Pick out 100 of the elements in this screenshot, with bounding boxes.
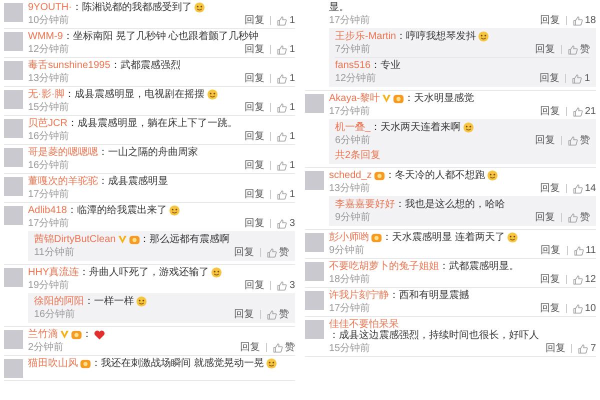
timestamp: 19分钟前	[28, 280, 70, 291]
like-button[interactable]: 赞	[267, 309, 289, 320]
comment-text: ：舟曲人吓死了，游戏还输了	[79, 267, 210, 278]
like-button[interactable]: 3	[277, 280, 295, 291]
avatar-placeholder[interactable]	[305, 171, 324, 190]
like-button[interactable]: 1	[277, 44, 295, 55]
thumbs-up-icon	[572, 74, 582, 84]
avatar-placeholder[interactable]	[4, 330, 23, 349]
timestamp: 18分钟前	[329, 274, 370, 285]
like-button[interactable]: 1	[277, 160, 295, 171]
reply-link[interactable]: 回复	[540, 274, 560, 285]
timestamp: 9分钟前	[329, 245, 365, 256]
like-button[interactable]: 赞	[273, 342, 295, 353]
like-button[interactable]: 赞	[568, 212, 590, 223]
comment-text: ：冬天冷的人都不想跑	[384, 170, 485, 181]
like-button[interactable]: 7	[578, 343, 596, 354]
reply-link[interactable]: 回复	[540, 183, 560, 194]
thumbs-up-icon	[572, 16, 583, 26]
thumbs-up-icon	[572, 274, 583, 284]
thumbs-up-icon	[267, 248, 277, 258]
timestamp: 17分钟前	[329, 303, 370, 314]
avatar-placeholder[interactable]	[4, 148, 23, 167]
timestamp: 7分钟前	[335, 44, 371, 55]
like-button[interactable]: 1	[572, 73, 590, 84]
timestamp: 16分钟前	[28, 160, 70, 171]
like-button[interactable]: 赞	[568, 135, 590, 146]
like-button[interactable]: 赞	[568, 44, 590, 55]
avatar-placeholder[interactable]	[4, 119, 23, 138]
like-button[interactable]: 1	[277, 131, 295, 142]
like-button[interactable]: 3	[277, 218, 295, 229]
reply-link[interactable]: 回复	[535, 212, 555, 223]
thumbs-up-icon	[277, 132, 288, 142]
thumbs-up-icon	[568, 212, 578, 222]
thumbs-up-icon	[568, 44, 578, 54]
like-button[interactable]: 赞	[267, 247, 289, 258]
avatar-placeholder[interactable]	[305, 320, 324, 339]
timestamp: 17分钟前	[28, 189, 70, 200]
timestamp: 12分钟前	[335, 73, 376, 84]
avatar-placeholder[interactable]	[4, 206, 23, 225]
reply-link[interactable]: 回复	[540, 303, 560, 314]
reply-link[interactable]: 回复	[535, 44, 555, 55]
like-button[interactable]: 1	[277, 73, 295, 84]
reply-link[interactable]: 回复	[244, 280, 264, 291]
timestamp: 2分钟前	[28, 342, 64, 353]
comment-text: ：成县这边震感强烈，持续时间也很长，好吓人	[329, 330, 539, 341]
comment-text: ：一样一样	[84, 296, 134, 307]
reply-link[interactable]: 回复	[234, 247, 254, 258]
avatar-placeholder[interactable]	[4, 3, 23, 22]
reply-link[interactable]: 回复	[539, 73, 560, 84]
like-button[interactable]: 18	[572, 15, 596, 26]
reply-link[interactable]: 回复	[244, 218, 264, 229]
comment-text: ：那么远都有震感啊	[140, 234, 230, 245]
avatar-placeholder[interactable]	[305, 262, 324, 281]
like-button[interactable]: 1	[277, 15, 295, 26]
reply-link[interactable]: 回复	[244, 73, 264, 84]
comment-text: ：天水两天连着来啊	[370, 122, 461, 133]
like-button[interactable]: 21	[572, 106, 596, 117]
avatar-placeholder[interactable]	[4, 359, 23, 378]
avatar-placeholder[interactable]	[305, 94, 324, 113]
like-button[interactable]: 12	[572, 274, 596, 285]
reply-link[interactable]: 回复	[540, 15, 560, 26]
avatar-placeholder[interactable]	[305, 291, 324, 310]
comment-text: ：成县震感明显，躺在床上下了一跳。	[67, 118, 238, 129]
reply-link[interactable]: 回复	[244, 44, 264, 55]
comment-text: ：成县震感明显	[98, 176, 168, 187]
reply-link[interactable]: 回复	[244, 15, 264, 26]
like-button[interactable]: 11	[574, 245, 596, 256]
avatar-placeholder[interactable]	[4, 32, 23, 51]
timestamp: 17分钟前	[329, 106, 370, 117]
thumbs-up-icon	[277, 160, 288, 170]
comment-text: ：武都震感强烈	[110, 60, 180, 71]
thumbs-up-icon	[277, 16, 288, 26]
like-button[interactable]: 1	[277, 102, 295, 113]
comment-text: ：天水明显感觉	[404, 93, 474, 104]
reply-link[interactable]: 回复	[244, 189, 264, 200]
timestamp: 13分钟前	[28, 73, 70, 84]
reply-link[interactable]: 回复	[535, 135, 555, 146]
comment-text: ：一山之隔的舟曲周家	[98, 147, 198, 158]
timestamp: 16分钟前	[28, 131, 70, 142]
thumbs-up-icon	[277, 190, 288, 200]
thumbs-up-icon	[277, 280, 288, 290]
like-button[interactable]: 10	[572, 303, 596, 314]
reply-link[interactable]: 回复	[540, 106, 560, 117]
like-button[interactable]: 14	[572, 183, 596, 194]
reply-link[interactable]: 回复	[240, 342, 260, 353]
reply-link[interactable]: 回复	[244, 102, 264, 113]
reply-link[interactable]: 回复	[244, 160, 264, 171]
comment-text: ：成县震感明显，电视剧在摇摆	[64, 89, 205, 100]
avatar-placeholder[interactable]	[4, 177, 23, 196]
avatar-placeholder[interactable]	[4, 268, 23, 287]
reply-link[interactable]: 回复	[244, 131, 264, 142]
avatar-placeholder[interactable]	[305, 233, 324, 252]
avatar-placeholder[interactable]	[4, 61, 23, 80]
like-button[interactable]: 1	[277, 189, 295, 200]
comment-text: ：坐标南阳 晃了几秒钟 心也跟着颤了几秒钟	[63, 31, 259, 42]
reply-link[interactable]: 回复	[540, 245, 561, 256]
reply-link[interactable]: 回复	[234, 309, 254, 320]
reply-link[interactable]: 回复	[545, 343, 566, 354]
thumbs-up-icon	[578, 344, 588, 354]
avatar-placeholder[interactable]	[4, 90, 23, 109]
